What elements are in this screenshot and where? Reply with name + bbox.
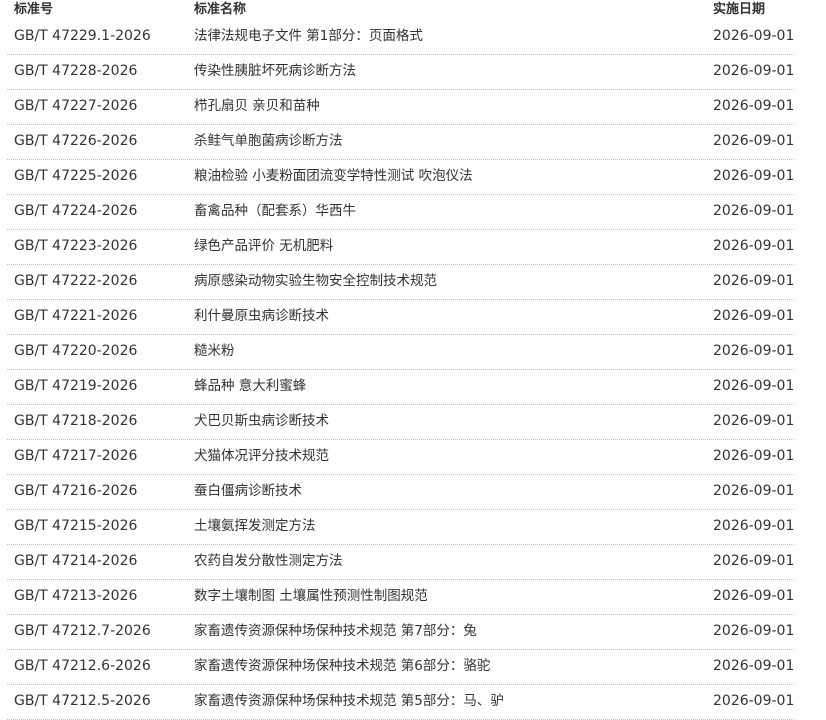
standard-name-link[interactable]: 犬巴贝斯虫病诊断技术 — [194, 411, 329, 431]
standard-name-link[interactable]: 蚕白僵病诊断技术 — [194, 481, 302, 501]
header-standard-code: 标准号 — [14, 2, 54, 17]
table-row[interactable]: GB/T 47220-2026 糙米粉 2026-09-01 — [0, 335, 826, 370]
table-row[interactable]: GB/T 47221-2026 利什曼原虫病诊断技术 2026-09-01 — [0, 300, 826, 335]
table-row[interactable]: GB/T 47212.5-2026 家畜遗传资源保种场保种技术规范 第5部分：马、… — [0, 685, 826, 720]
implementation-date: 2026-09-01 — [713, 133, 795, 149]
table-row[interactable]: GB/T 47227-2026 栉孔扇贝 亲贝和苗种 2026-09-01 — [0, 90, 826, 125]
standard-code: GB/T 47224-2026 — [14, 203, 138, 219]
table-row[interactable]: GB/T 47218-2026 犬巴贝斯虫病诊断技术 2026-09-01 — [0, 405, 826, 440]
standard-code: GB/T 47220-2026 — [14, 343, 138, 359]
implementation-date: 2026-09-01 — [713, 98, 795, 114]
table-row[interactable]: GB/T 47223-2026 绿色产品评价 无机肥料 2026-09-01 — [0, 230, 826, 265]
standard-code: GB/T 47212.6-2026 — [14, 658, 151, 674]
implementation-date: 2026-09-01 — [713, 308, 795, 324]
table-row[interactable]: GB/T 47222-2026 病原感染动物实验生物安全控制技术规范 2026-09… — [0, 265, 826, 300]
implementation-date: 2026-09-01 — [713, 483, 795, 499]
implementation-date: 2026-09-01 — [713, 378, 795, 394]
table-row[interactable]: GB/T 47224-2026 畜禽品种（配套系）华西牛 2026-09-01 — [0, 195, 826, 230]
standard-name-link[interactable]: 绿色产品评价 无机肥料 — [194, 236, 333, 256]
implementation-date: 2026-09-01 — [713, 413, 795, 429]
standard-name-link[interactable]: 畜禽品种（配套系）华西牛 — [194, 201, 356, 221]
implementation-date: 2026-09-01 — [713, 693, 795, 709]
standard-code: GB/T 47216-2026 — [14, 483, 138, 499]
implementation-date: 2026-09-01 — [713, 588, 795, 604]
implementation-date: 2026-09-01 — [713, 63, 795, 79]
standard-name-link[interactable]: 蜂品种 意大利蜜蜂 — [194, 376, 306, 396]
table-row[interactable]: GB/T 47212.6-2026 家畜遗传资源保种场保种技术规范 第6部分：骆驼… — [0, 650, 826, 685]
header-implementation-date: 实施日期 — [713, 2, 766, 17]
standard-name-link[interactable]: 犬猫体况评分技术规范 — [194, 446, 329, 466]
standard-name-link[interactable]: 杀鲑气单胞菌病诊断方法 — [194, 131, 343, 151]
table-body: GB/T 47229.1-2026 法律法规电子文件 第1部分：页面格式 2026-… — [0, 20, 826, 720]
implementation-date: 2026-09-01 — [713, 518, 795, 534]
standard-name-link[interactable]: 土壤氨挥发测定方法 — [194, 516, 316, 536]
implementation-date: 2026-09-01 — [713, 238, 795, 254]
implementation-date: 2026-09-01 — [713, 553, 795, 569]
standard-name-link[interactable]: 传染性胰脏坏死病诊断方法 — [194, 61, 356, 81]
standard-name-link[interactable]: 病原感染动物实验生物安全控制技术规范 — [194, 271, 437, 291]
standard-code: GB/T 47228-2026 — [14, 63, 138, 79]
standard-name-link[interactable]: 农药自发分散性测定方法 — [194, 551, 343, 571]
standard-code: GB/T 47219-2026 — [14, 378, 138, 394]
standard-code: GB/T 47214-2026 — [14, 553, 138, 569]
standard-name-link[interactable]: 糙米粉 — [194, 341, 235, 361]
table-row[interactable]: GB/T 47217-2026 犬猫体况评分技术规范 2026-09-01 — [0, 440, 826, 475]
table-row[interactable]: GB/T 47215-2026 土壤氨挥发测定方法 2026-09-01 — [0, 510, 826, 545]
standard-name-link[interactable]: 粮油检验 小麦粉面团流变学特性测试 吹泡仪法 — [194, 166, 473, 186]
implementation-date: 2026-09-01 — [713, 448, 795, 464]
standard-code: GB/T 47227-2026 — [14, 98, 138, 114]
standard-code: GB/T 47215-2026 — [14, 518, 138, 534]
implementation-date: 2026-09-01 — [713, 168, 795, 184]
standard-name-link[interactable]: 栉孔扇贝 亲贝和苗种 — [194, 96, 320, 116]
table-row[interactable]: GB/T 47213-2026 数字土壤制图 土壤属性预测性制图规范 2026-09… — [0, 580, 826, 615]
standard-code: GB/T 47221-2026 — [14, 308, 138, 324]
standard-name-link[interactable]: 利什曼原虫病诊断技术 — [194, 306, 329, 326]
standard-name-link[interactable]: 家畜遗传资源保种场保种技术规范 第6部分：骆驼 — [194, 656, 490, 676]
standard-code: GB/T 47212.7-2026 — [14, 623, 151, 639]
table-row[interactable]: GB/T 47214-2026 农药自发分散性测定方法 2026-09-01 — [0, 545, 826, 580]
standard-name-link[interactable]: 家畜遗传资源保种场保种技术规范 第7部分：兔 — [194, 621, 477, 641]
standard-code: GB/T 47223-2026 — [14, 238, 138, 254]
table-row[interactable]: GB/T 47216-2026 蚕白僵病诊断技术 2026-09-01 — [0, 475, 826, 510]
standard-name-link[interactable]: 家畜遗传资源保种场保种技术规范 第5部分：马、驴 — [194, 691, 504, 711]
standard-name-link[interactable]: 数字土壤制图 土壤属性预测性制图规范 — [194, 586, 428, 606]
table-header: 标准号 标准名称 实施日期 — [0, 0, 826, 20]
standard-code: GB/T 47212.5-2026 — [14, 693, 151, 709]
table-row[interactable]: GB/T 47229.1-2026 法律法规电子文件 第1部分：页面格式 2026-… — [0, 20, 826, 55]
standard-code: GB/T 47225-2026 — [14, 168, 138, 184]
standard-code: GB/T 47226-2026 — [14, 133, 138, 149]
table-row[interactable]: GB/T 47212.7-2026 家畜遗传资源保种场保种技术规范 第7部分：兔 2… — [0, 615, 826, 650]
implementation-date: 2026-09-01 — [713, 343, 795, 359]
standards-table: 标准号 标准名称 实施日期 GB/T 47229.1-2026 法律法规电子文件 … — [0, 0, 826, 720]
standard-code: GB/T 47217-2026 — [14, 448, 138, 464]
implementation-date: 2026-09-01 — [713, 28, 795, 44]
standard-code: GB/T 47222-2026 — [14, 273, 138, 289]
implementation-date: 2026-09-01 — [713, 203, 795, 219]
table-row[interactable]: GB/T 47228-2026 传染性胰脏坏死病诊断方法 2026-09-01 — [0, 55, 826, 90]
table-row[interactable]: GB/T 47219-2026 蜂品种 意大利蜜蜂 2026-09-01 — [0, 370, 826, 405]
standard-code: GB/T 47213-2026 — [14, 588, 138, 604]
standard-code: GB/T 47229.1-2026 — [14, 28, 151, 44]
implementation-date: 2026-09-01 — [713, 623, 795, 639]
implementation-date: 2026-09-01 — [713, 658, 795, 674]
table-row[interactable]: GB/T 47225-2026 粮油检验 小麦粉面团流变学特性测试 吹泡仪法 202… — [0, 160, 826, 195]
table-row[interactable]: GB/T 47226-2026 杀鲑气单胞菌病诊断方法 2026-09-01 — [0, 125, 826, 160]
implementation-date: 2026-09-01 — [713, 273, 795, 289]
header-standard-name: 标准名称 — [194, 2, 247, 17]
standard-name-link[interactable]: 法律法规电子文件 第1部分：页面格式 — [194, 26, 423, 46]
standard-code: GB/T 47218-2026 — [14, 413, 138, 429]
